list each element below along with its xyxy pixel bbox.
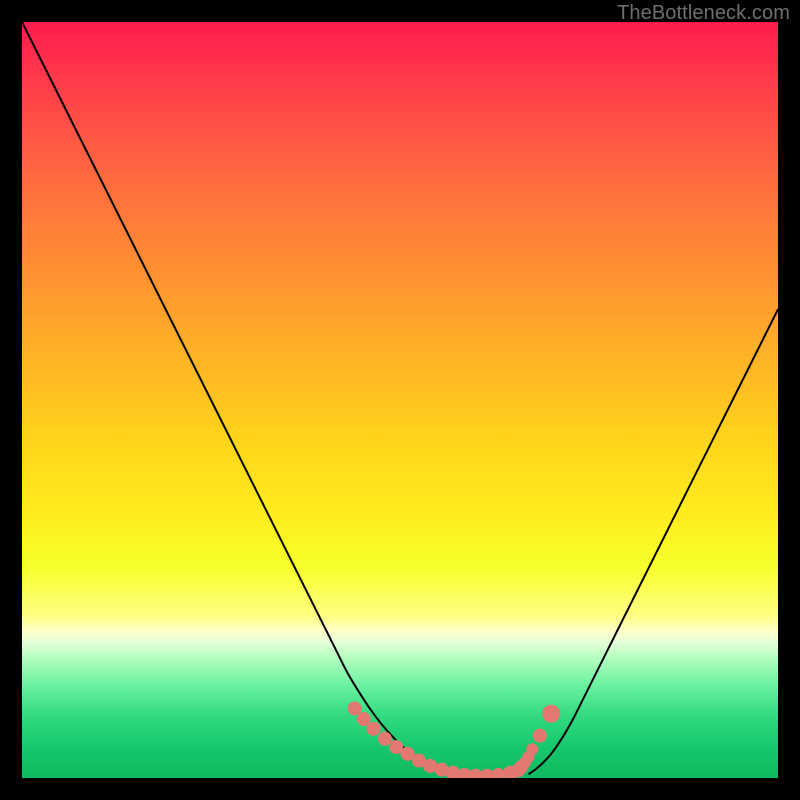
left-curve	[22, 22, 468, 776]
chart-svg	[22, 22, 778, 778]
bottom-dots	[348, 701, 561, 778]
plot-area	[22, 22, 778, 778]
dot	[491, 768, 505, 778]
dot	[378, 732, 392, 746]
dot	[526, 743, 538, 755]
dot	[367, 722, 381, 736]
dot	[533, 729, 547, 743]
dot	[348, 701, 362, 715]
outer-frame: TheBottleneck.com	[0, 0, 800, 800]
dot	[542, 705, 560, 723]
right-curve	[529, 309, 778, 774]
